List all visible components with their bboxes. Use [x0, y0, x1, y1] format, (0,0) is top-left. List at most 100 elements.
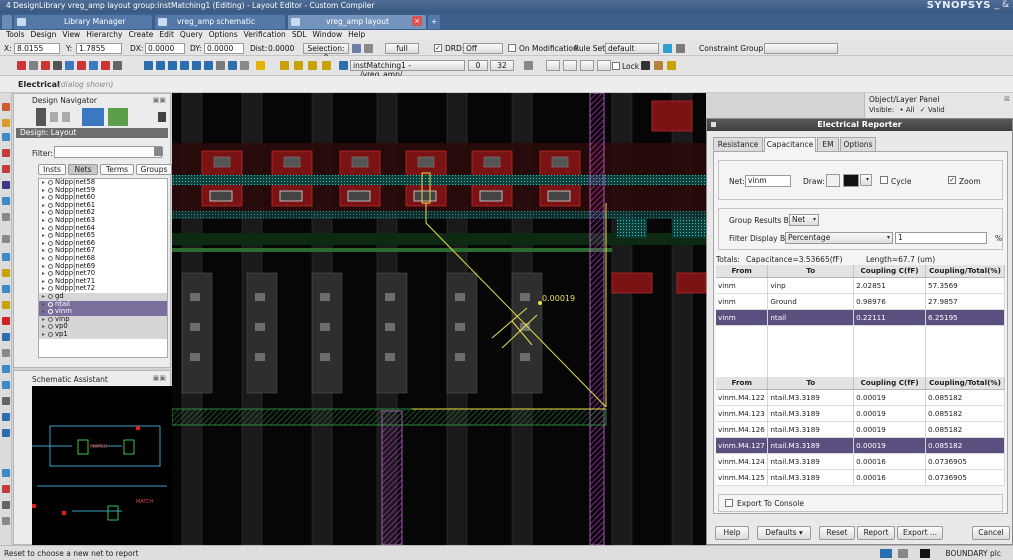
menu-sdl[interactable]: SDL: [292, 30, 307, 40]
table-row[interactable]: vinm Ground 0.98976 27.9857: [716, 293, 1005, 310]
tab-nets[interactable]: Nets: [68, 164, 98, 175]
panel-controls-icon[interactable]: ▣▣: [153, 96, 166, 104]
top-level-icon[interactable]: [308, 61, 317, 70]
tool-icon-15[interactable]: [2, 333, 10, 341]
menu-design[interactable]: Design: [30, 30, 56, 40]
ascend-icon[interactable]: [294, 61, 303, 70]
tool-icon-18[interactable]: [2, 381, 10, 389]
dy-field[interactable]: 0.0000: [204, 43, 244, 54]
save-icon[interactable]: [17, 61, 26, 70]
help-button[interactable]: Help: [715, 526, 749, 540]
delete-icon[interactable]: [101, 61, 110, 70]
forward-icon[interactable]: [62, 112, 70, 122]
reset-button[interactable]: Reset: [819, 526, 855, 540]
home-icon[interactable]: [2, 15, 12, 29]
filter-value-input[interactable]: 1: [895, 232, 987, 244]
rule-set-dropdown[interactable]: default: [605, 43, 659, 54]
edit-in-place-icon[interactable]: [322, 61, 331, 70]
nav-settings-icon[interactable]: [158, 112, 166, 122]
table-row[interactable]: vinm.M4.123 ntail.M3.3189 0.00019 0.085182: [716, 405, 1005, 422]
grid-icon[interactable]: [240, 61, 249, 70]
drd-dropdown[interactable]: Off: [463, 43, 503, 54]
dialog-menu-icon[interactable]: [711, 122, 716, 127]
close-tab-icon[interactable]: ×: [412, 16, 422, 26]
draw-color-dropdown[interactable]: ▾: [860, 174, 872, 186]
tool-icon-17[interactable]: [2, 365, 10, 373]
filter-input[interactable]: [54, 146, 162, 158]
constraint-group-dropdown[interactable]: [764, 43, 838, 54]
tool-icon-7[interactable]: [2, 197, 10, 205]
draw-mode-button[interactable]: [826, 174, 840, 187]
panel-controls-icon[interactable]: ▣▣: [153, 374, 166, 382]
menu-verification[interactable]: Verification: [244, 30, 286, 40]
window-controls[interactable]: _ &: [995, 0, 1009, 10]
gravity-icon[interactable]: [654, 61, 663, 70]
column-header[interactable]: Coupling C(fF): [853, 377, 927, 390]
table-row[interactable]: vinm vinp 2.02851 57.3569: [716, 277, 1005, 294]
tool-icon-11[interactable]: [2, 269, 10, 277]
column-header[interactable]: To: [767, 265, 855, 278]
tab-library-manager[interactable]: Library Manager: [14, 15, 152, 29]
layout-grid-icon[interactable]: [524, 61, 533, 70]
column-header[interactable]: Coupling C(fF): [853, 265, 927, 278]
column-header[interactable]: Coupling/Total(%): [925, 265, 1005, 278]
menu-help[interactable]: Help: [348, 30, 365, 40]
dx-field[interactable]: 0.0000: [145, 43, 185, 54]
panel-close-icon[interactable]: ⊠: [1004, 95, 1010, 103]
table-row[interactable]: vinm.M4.126 ntail.M3.3189 0.00019 0.085182: [716, 421, 1005, 438]
tab-resistance[interactable]: Resistance: [713, 137, 763, 151]
tool-icon-1[interactable]: [2, 103, 10, 111]
pan-icon[interactable]: [192, 61, 201, 70]
print-icon[interactable]: [41, 61, 50, 70]
table-row[interactable]: vinm.M4.122 ntail.M3.3189 0.00019 0.085182: [716, 389, 1005, 406]
nav-mode-icon[interactable]: [82, 108, 104, 126]
group-by-dropdown[interactable]: Net ▾: [789, 214, 819, 226]
current-layer[interactable]: BOUNDARY plc: [946, 549, 1001, 558]
open-icon[interactable]: [29, 61, 38, 70]
valid-option[interactable]: Valid: [928, 106, 945, 114]
redo-icon[interactable]: [65, 61, 74, 70]
zoom-out-icon[interactable]: [156, 61, 165, 70]
selection-filter-icon[interactable]: [352, 44, 361, 53]
layer-box-3[interactable]: [580, 60, 594, 71]
electrical-reporter-titlebar[interactable]: Electrical Reporter: [707, 119, 1012, 131]
menu-view[interactable]: View: [62, 30, 80, 40]
table-row[interactable]: vinm.M4.124 ntail.M3.3189 0.00016 0.0736905: [716, 453, 1005, 470]
snap-icon[interactable]: [641, 61, 650, 70]
tab-insts[interactable]: Insts: [38, 164, 66, 175]
tool-icon-12[interactable]: [2, 285, 10, 293]
rule-settings-icon[interactable]: [676, 44, 685, 53]
all-option[interactable]: All: [906, 106, 915, 114]
column-header[interactable]: To: [767, 377, 855, 390]
copy-icon[interactable]: [77, 61, 86, 70]
undo-icon[interactable]: [53, 61, 62, 70]
tab-capacitance[interactable]: Capacitance: [764, 137, 816, 152]
cycle-checkbox[interactable]: [880, 176, 888, 184]
schematic-preview[interactable]: MATCH MATCH: [32, 386, 172, 546]
selection-options-icon[interactable]: [364, 44, 373, 53]
new-tab-button[interactable]: +: [428, 15, 440, 29]
layout-canvas[interactable]: 0.00019: [172, 93, 706, 545]
lock-icon[interactable]: [667, 61, 676, 70]
tab-schematic[interactable]: vreg_amp schematic: [155, 15, 285, 29]
draw-color-swatch[interactable]: [843, 174, 859, 187]
tool-icon-20[interactable]: [2, 413, 10, 421]
y-coordinate-field[interactable]: 1.7855: [76, 43, 122, 54]
tool-icon-4[interactable]: [2, 149, 10, 157]
paste-icon[interactable]: [89, 61, 98, 70]
tool-icon-6[interactable]: [2, 181, 10, 189]
select-tool-icon[interactable]: [36, 108, 46, 126]
hierarchy-icon[interactable]: [256, 61, 265, 70]
tab-layout[interactable]: vreg_amp layout ×: [288, 15, 426, 29]
layer-box-2[interactable]: [563, 60, 577, 71]
table-row[interactable]: vinm.M4.127 ntail.M3.3189 0.00019 0.085182: [716, 437, 1005, 454]
tool-icon-22[interactable]: [2, 469, 10, 477]
selection-counter[interactable]: Selection: 0: [303, 43, 349, 62]
on-modification-checkbox[interactable]: [508, 44, 516, 52]
tab-terms[interactable]: Terms: [100, 164, 134, 175]
filter-by-dropdown[interactable]: Percentage ▾: [785, 232, 893, 244]
zoom-fit-icon[interactable]: [168, 61, 177, 70]
menu-hierarchy[interactable]: Hierarchy: [86, 30, 122, 40]
net-input[interactable]: vinm: [745, 175, 791, 187]
tab-groups[interactable]: Groups: [136, 164, 172, 175]
